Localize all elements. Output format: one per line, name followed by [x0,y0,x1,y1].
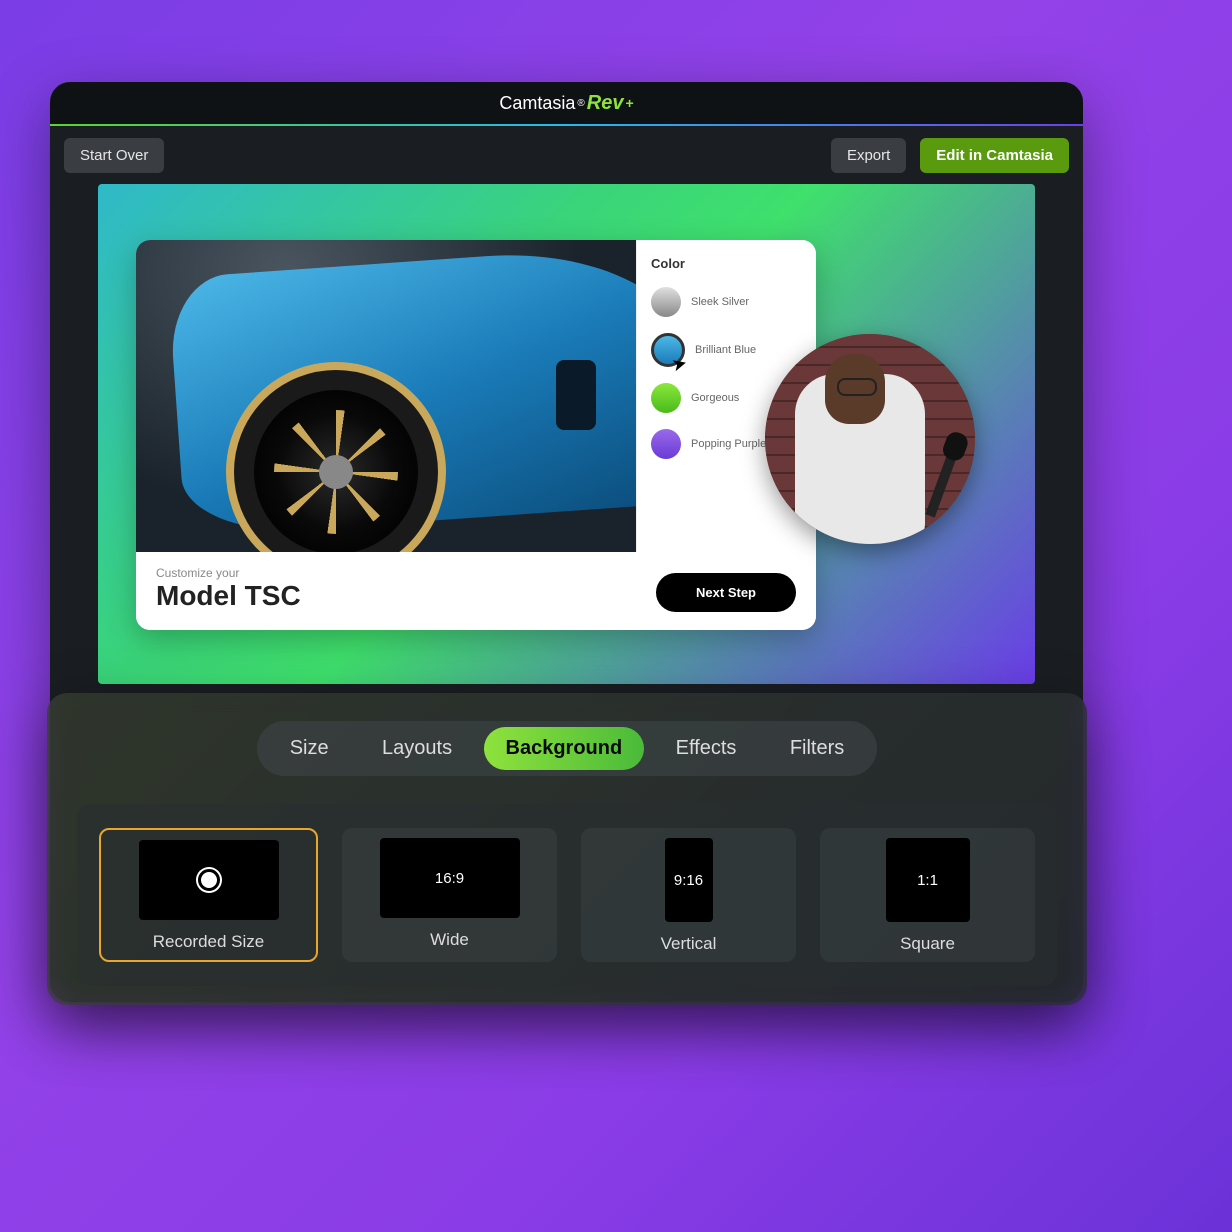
content-card: Color Sleek Silver ➤ Brilliant Blue Gorg… [136,240,816,630]
start-over-button[interactable]: Start Over [64,138,164,173]
brand-logo: Camtasia® Rev+ [499,92,633,115]
recorded-size-thumb [139,840,279,920]
option-label: Wide [430,930,469,950]
option-wide[interactable]: 16:9 Wide [342,828,557,962]
tab-background[interactable]: Background [484,727,645,770]
card-top: Color Sleek Silver ➤ Brilliant Blue Gorg… [136,240,816,552]
toolbar: Start Over Export Edit in Camtasia [50,126,1083,184]
option-label: Recorded Size [153,932,265,952]
option-vertical[interactable]: 9:16 Vertical [581,828,796,962]
editor-panel: Size Layouts Background Effects Filters … [47,693,1087,1005]
square-thumb: 1:1 [886,838,970,922]
ratio-text: 9:16 [674,872,703,889]
tab-size[interactable]: Size [268,727,351,770]
registered-icon: ® [577,98,584,109]
green-swatch-icon [651,383,681,413]
car-image [136,240,636,552]
option-label: Vertical [661,934,717,954]
avatar-head [825,354,885,424]
card-bottom: Customize your Model TSC Next Step [136,552,816,630]
next-step-button[interactable]: Next Step [656,573,796,612]
model-text-group: Customize your Model TSC [156,566,301,612]
preview-canvas: Color Sleek Silver ➤ Brilliant Blue Gorg… [98,184,1035,684]
swatch-silver[interactable]: Sleek Silver [651,287,802,317]
titlebar: Camtasia® Rev+ [50,82,1083,126]
tab-layouts[interactable]: Layouts [360,727,474,770]
model-name: Model TSC [156,580,301,612]
vertical-thumb: 9:16 [665,838,713,922]
swatch-label: Sleek Silver [691,296,749,308]
wide-thumb: 16:9 [380,838,520,918]
tab-filters[interactable]: Filters [768,727,866,770]
ratio-text: 1:1 [917,872,938,889]
ratio-text: 16:9 [435,870,464,887]
purple-swatch-icon [651,429,681,459]
brand-main: Camtasia [499,93,575,114]
option-recorded-size[interactable]: Recorded Size [99,828,318,962]
swatch-label: Brilliant Blue [695,344,756,356]
brand-sub: Rev [587,92,624,115]
silver-swatch-icon [651,287,681,317]
color-panel-title: Color [651,256,802,271]
webcam-avatar[interactable] [765,334,975,544]
toolbar-right: Export Edit in Camtasia [831,138,1069,173]
swatch-label: Popping Purple [691,438,766,450]
export-button[interactable]: Export [831,138,906,173]
option-square[interactable]: 1:1 Square [820,828,1035,962]
customize-label: Customize your [156,566,301,580]
size-options-row: Recorded Size 16:9 Wide 9:16 Vertical 1:… [77,804,1057,986]
record-dot-icon [198,869,220,891]
cursor-icon: ➤ [670,352,690,376]
tab-effects[interactable]: Effects [654,727,759,770]
swatch-label: Gorgeous [691,392,739,404]
brand-plus-icon: + [625,95,633,111]
option-label: Square [900,934,955,954]
blue-swatch-icon: ➤ [651,333,685,367]
car-vent-shape [556,360,596,430]
tab-bar: Size Layouts Background Effects Filters [257,721,877,776]
edit-in-camtasia-button[interactable]: Edit in Camtasia [920,138,1069,173]
